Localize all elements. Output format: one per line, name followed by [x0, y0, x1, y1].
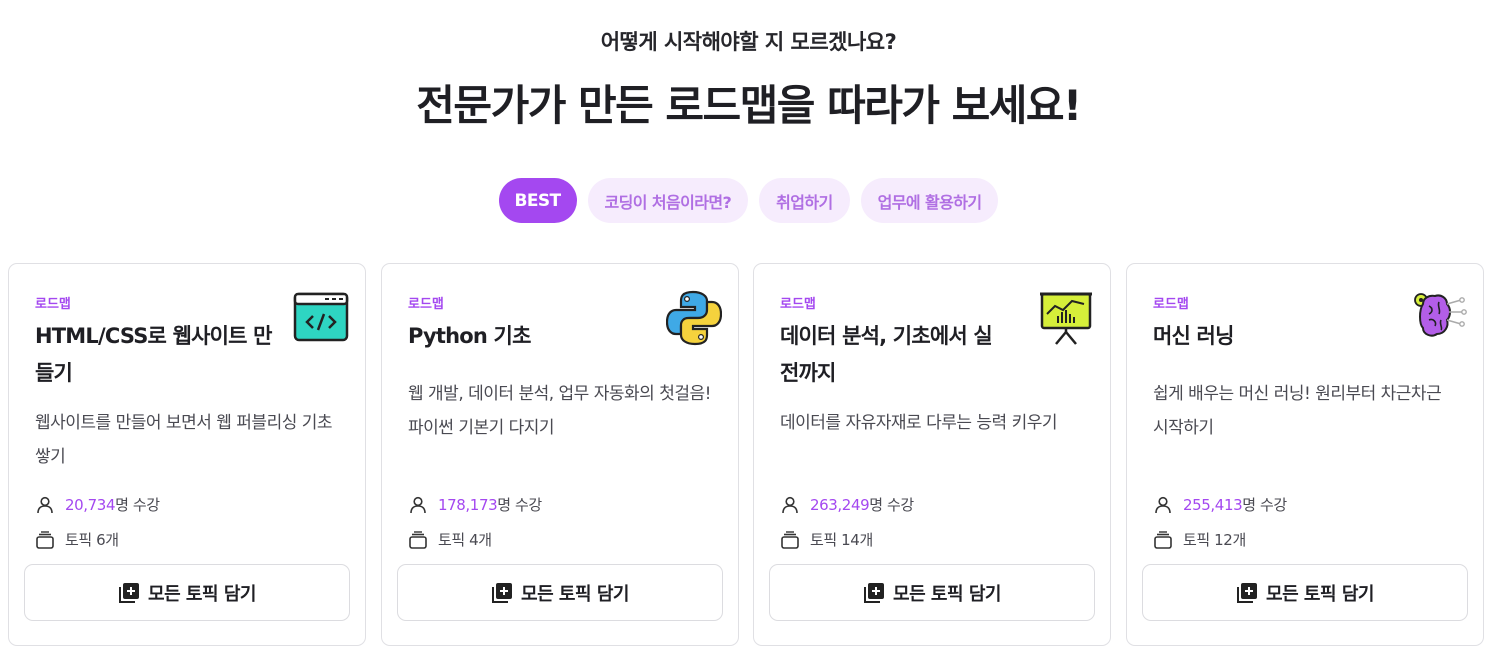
students-suffix: 명 수강: [497, 496, 542, 514]
add-all-topics-label: 모든 토픽 담기: [893, 583, 1001, 605]
card-type-label: 로드맵: [780, 297, 816, 312]
students-count: 255,413명 수강: [1153, 494, 1287, 515]
topics-label: 토픽 12개: [1183, 531, 1246, 549]
page-title: 전문가가 만든 로드맵을 따라가 보세요!: [416, 81, 1082, 130]
students-number: 255,413: [1183, 496, 1243, 514]
students-count: 263,249명 수강: [780, 494, 914, 515]
topic-count: 토픽 4개: [408, 529, 492, 550]
add-stack-icon: [492, 582, 513, 603]
add-all-topics-button[interactable]: 모든 토픽 담기: [397, 564, 723, 621]
add-stack-icon: [1237, 582, 1258, 603]
card-type-label: 로드맵: [408, 297, 444, 312]
topics-label: 토픽 6개: [65, 531, 119, 549]
topics-stack-icon: [781, 530, 799, 549]
students-suffix: 명 수강: [1242, 496, 1287, 514]
tab-best[interactable]: BEST: [498, 178, 577, 223]
topics-stack-icon: [1154, 530, 1172, 549]
students-count: 178,173명 수강: [408, 494, 542, 515]
topic-count: 토픽 12개: [1153, 529, 1246, 550]
code-window-icon: [293, 290, 349, 346]
ai-brain-icon: [1411, 290, 1467, 346]
card-title[interactable]: HTML/CSS로 웹사이트 만들기: [35, 318, 275, 392]
add-all-topics-button[interactable]: 모든 토픽 담기: [24, 564, 350, 621]
tab-work[interactable]: 업무에 활용하기: [860, 178, 999, 223]
card-title[interactable]: Python 기초: [408, 318, 658, 355]
card-type-label: 로드맵: [1153, 297, 1189, 312]
students-number: 20,734: [65, 496, 116, 514]
add-stack-icon: [119, 582, 140, 603]
add-all-topics-button[interactable]: 모든 토픽 담기: [769, 564, 1095, 621]
card-title[interactable]: 데이터 분석, 기초에서 실전까지: [780, 318, 1010, 392]
python-logo-icon: [665, 290, 723, 346]
roadmap-card-data-analysis[interactable]: 로드맵 데이터 분석, 기초에서 실전까지 데이터를 자유자재로 다루는 능력 …: [753, 263, 1111, 646]
topics-label: 토픽 4개: [438, 531, 492, 549]
students-suffix: 명 수강: [869, 496, 914, 514]
person-icon: [410, 496, 426, 513]
students-suffix: 명 수강: [115, 496, 160, 514]
roadmap-card-html-css[interactable]: 로드맵 HTML/CSS로 웹사이트 만들기 웹사이트를 만들어 보면서 웹 퍼…: [8, 263, 366, 646]
add-all-topics-label: 모든 토픽 담기: [148, 583, 256, 605]
add-stack-icon: [864, 582, 885, 603]
card-description: 데이터를 자유자재로 다루는 능력 키우기: [780, 413, 1058, 433]
card-type-label: 로드맵: [35, 297, 71, 312]
roadmap-card-machine-learning[interactable]: 로드맵 머신 러닝 쉽게 배우는 머신 러닝! 원리부터 차근차근 시작하기 2…: [1126, 263, 1484, 646]
topics-label: 토픽 14개: [810, 531, 873, 549]
topic-count: 토픽 6개: [35, 529, 119, 550]
tab-job[interactable]: 취업하기: [759, 178, 850, 223]
roadmap-eyebrow: 어떻게 시작해야할 지 모르겠나요?: [600, 30, 897, 54]
students-number: 178,173: [438, 496, 498, 514]
roadmap-card-python[interactable]: 로드맵 Python 기초 웹 개발, 데이터 분석, 업무 자동화의 첫걸음!…: [381, 263, 739, 646]
card-description: 웹 개발, 데이터 분석, 업무 자동화의 첫걸음! 파이썬 기본기 다지기: [408, 384, 711, 438]
person-icon: [37, 496, 53, 513]
category-tabs: BEST 코딩이 처음이라면? 취업하기 업무에 활용하기: [0, 178, 1497, 223]
person-icon: [1155, 496, 1171, 513]
card-title[interactable]: 머신 러닝: [1153, 318, 1403, 355]
topics-stack-icon: [409, 530, 427, 549]
students-number: 263,249: [810, 496, 870, 514]
add-all-topics-label: 모든 토픽 담기: [1266, 583, 1374, 605]
students-count: 20,734명 수강: [35, 494, 160, 515]
person-icon: [782, 496, 798, 513]
add-all-topics-label: 모든 토픽 담기: [521, 583, 629, 605]
card-description: 쉽게 배우는 머신 러닝! 원리부터 차근차근 시작하기: [1153, 384, 1442, 438]
card-description: 웹사이트를 만들어 보면서 웹 퍼블리싱 기초 쌓기: [35, 413, 333, 467]
add-all-topics-button[interactable]: 모든 토픽 담기: [1142, 564, 1468, 621]
topics-stack-icon: [36, 530, 54, 549]
tab-beginner[interactable]: 코딩이 처음이라면?: [587, 178, 749, 223]
topic-count: 토픽 14개: [780, 529, 873, 550]
presentation-chart-icon: [1038, 290, 1094, 346]
